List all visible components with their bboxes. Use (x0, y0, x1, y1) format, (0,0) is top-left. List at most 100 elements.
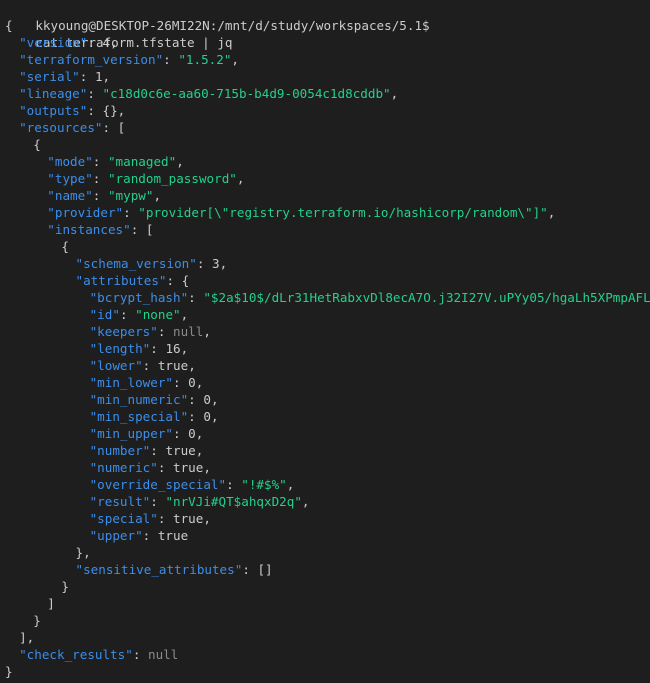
json-key: "check_results" (19, 647, 133, 662)
json-line: "resources": [ (5, 119, 650, 136)
json-punct: : (157, 511, 174, 526)
json-line: "provider": "provider[\"registry.terrafo… (5, 204, 650, 221)
json-key: "lower" (89, 358, 143, 373)
json-punct: , (110, 35, 118, 50)
json-line: "special": true, (5, 510, 650, 527)
json-line: ] (5, 595, 650, 612)
json-line: "min_special": 0, (5, 408, 650, 425)
json-line: "bcrypt_hash": "$2a$10$/dLr31HetRabxvDl8… (5, 289, 650, 306)
json-punct: : (150, 443, 166, 458)
json-key: "special" (89, 511, 158, 526)
json-output: {"version": 4, "terraform_version": "1.5.… (5, 17, 650, 680)
json-line: "sensitive_attributes": [] (5, 561, 650, 578)
terminal-window[interactable]: kkyoung@DESKTOP-26MI22N:/mnt/d/study/wor… (0, 0, 650, 683)
json-line: "length": 16, (5, 340, 650, 357)
json-value: 0 (188, 375, 196, 390)
command-line: kkyoung@DESKTOP-26MI22N:/mnt/d/study/wor… (5, 0, 650, 50)
json-line: "attributes": { (5, 272, 650, 289)
json-punct: , (188, 358, 196, 373)
json-line: "lower": true, (5, 357, 650, 374)
json-line: "terraform_version": "1.5.2", (5, 51, 650, 68)
json-punct: , (195, 443, 204, 458)
json-punct: : (79, 69, 95, 84)
json-line: } (5, 612, 650, 629)
json-key: "min_lower" (89, 375, 173, 390)
json-key: "outputs" (19, 103, 88, 118)
json-line: "override_special": "!#$%", (5, 476, 650, 493)
json-line: { (5, 238, 650, 255)
json-key: "provider" (47, 205, 124, 220)
json-punct: , (301, 494, 310, 509)
json-key: "mode" (47, 154, 93, 169)
json-punct: ], (19, 630, 35, 645)
json-value: true (173, 460, 204, 475)
json-value: 3 (212, 256, 220, 271)
json-line: "min_lower": 0, (5, 374, 650, 391)
json-punct: : (196, 256, 212, 271)
json-line: "check_results": null (5, 646, 650, 663)
json-key: "resources" (19, 120, 103, 135)
json-line: "lineage": "c18d0c6e-aa60-715b-b4d9-0054… (5, 85, 650, 102)
json-punct: : (92, 171, 108, 186)
shell-prompt: kkyoung@DESKTOP-26MI22N:/mnt/d/study/wor… (35, 18, 430, 33)
json-line: }, (5, 544, 650, 561)
json-line: "serial": 1, (5, 68, 650, 85)
json-punct: : (87, 35, 103, 50)
json-key: "version" (19, 35, 88, 50)
json-punct: : [] (242, 562, 273, 577)
json-value: true (173, 511, 204, 526)
json-punct: : (173, 426, 189, 441)
json-value: 0 (203, 409, 211, 424)
json-string: "managed" (107, 154, 177, 169)
json-punct: : (188, 409, 204, 424)
json-null: null (173, 324, 204, 339)
json-key: "upper" (89, 528, 143, 543)
json-key: "serial" (19, 69, 80, 84)
json-string: "c18d0c6e-aa60-715b-b4d9-0054c1d8cddb" (102, 86, 391, 101)
json-line: "min_numeric": 0, (5, 391, 650, 408)
json-punct: , (195, 426, 204, 441)
json-key: "sensitive_attributes" (75, 562, 243, 577)
json-value: 1 (94, 69, 103, 84)
json-punct: , (390, 86, 399, 101)
json-punct: , (153, 188, 162, 203)
json-line: "number": true, (5, 442, 650, 459)
json-string: "random_password" (107, 171, 237, 186)
json-string: "none" (135, 307, 181, 322)
json-punct: ] (47, 596, 55, 611)
json-line: "numeric": true, (5, 459, 650, 476)
json-key: "numeric" (89, 460, 158, 475)
json-key: "name" (47, 188, 93, 203)
json-key: "min_numeric" (89, 392, 189, 407)
json-key: "min_upper" (89, 426, 173, 441)
json-punct: : (188, 290, 204, 305)
json-line: "mode": "managed", (5, 153, 650, 170)
json-line: "min_upper": 0, (5, 425, 650, 442)
json-key: "result" (89, 494, 151, 509)
json-key: "override_special" (89, 477, 227, 492)
json-punct: : (119, 307, 136, 322)
json-punct: , (203, 324, 211, 339)
json-punct: , (547, 205, 556, 220)
json-punct: : (157, 460, 174, 475)
json-line: "type": "random_password", (5, 170, 650, 187)
json-punct: { (5, 18, 13, 33)
json-punct: , (203, 511, 211, 526)
json-punct: , (102, 69, 111, 84)
json-string: "mypw" (107, 188, 154, 203)
json-line: } (5, 578, 650, 595)
json-line: "outputs": {}, (5, 102, 650, 119)
json-null: null (148, 647, 179, 662)
json-punct: : (87, 86, 103, 101)
json-key: "schema_version" (75, 256, 197, 271)
json-punct: } (33, 613, 41, 628)
json-punct: : (142, 358, 158, 373)
json-line: "version": 4, (5, 34, 650, 51)
json-punct: : { (166, 273, 190, 288)
json-value: 4 (102, 35, 111, 50)
json-line: "keepers": null, (5, 323, 650, 340)
json-line: "instances": [ (5, 221, 650, 238)
json-punct: : [ (130, 222, 154, 237)
json-string: "provider[\"registry.terraform.io/hashic… (138, 205, 548, 220)
json-punct: } (61, 579, 69, 594)
